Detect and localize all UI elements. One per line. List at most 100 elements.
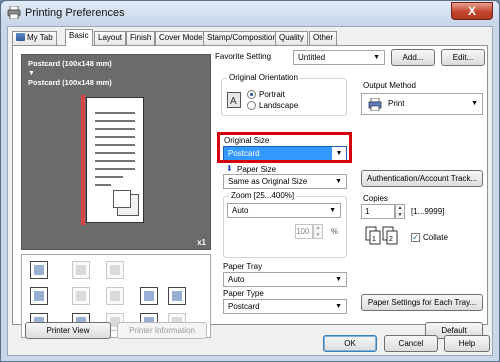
zoom-unit: % [331,227,339,236]
zoom-spinner: ▲ ▼ [313,224,323,239]
paper-type-select[interactable]: Postcard ▼ [223,299,347,314]
tab-cover-mode[interactable]: Cover Mode [155,31,207,45]
close-icon: X [467,4,476,18]
portrait-radio[interactable] [247,90,256,99]
chevron-down-icon: ▼ [335,276,342,283]
fold-icon[interactable] [140,287,158,305]
output-method-value: Print [388,99,405,108]
text-line [95,128,135,130]
paper-size-select[interactable]: Same as Original Size ▼ [223,174,347,189]
zoom-mode-select[interactable]: Auto ▼ [227,203,341,218]
highlight-frame [217,132,352,163]
text-line [95,176,123,178]
ok-button[interactable]: OK [323,335,377,352]
preview-scale: x1 [197,238,206,247]
output-icon[interactable] [30,287,48,305]
preview-paper-size: Postcard (100x148 mm) [28,78,112,87]
tab-label: Stamp/Composition [207,33,277,42]
help-button[interactable]: Help [444,335,490,352]
authentication-label: Authentication/Account Track... [366,174,478,183]
printer-information-button: Printer Information [117,322,207,339]
chevron-down-icon: ▼ [335,178,342,185]
portrait-label: Portrait [259,90,285,99]
chevron-down-icon: ▼ [329,207,336,214]
punch-icon [106,287,124,305]
favorite-edit-label: Edit... [452,53,474,62]
tab-label: My Tab [27,33,53,42]
text-line [95,160,135,162]
collate-checkbox[interactable]: ✓ [411,233,420,242]
zoom-value-input: 100 [295,224,313,239]
preview-arrow-icon: ▼ [28,70,35,77]
printer-information-label: Printer Information [129,326,195,335]
tab-label: Basic [69,31,89,40]
tab-stamp-composition[interactable]: Stamp/Composition [203,31,281,45]
svg-text:1: 1 [372,236,376,243]
collate-label: Collate [423,233,448,242]
portrait-page-icon: A [227,92,241,108]
staple-icon [72,287,90,305]
arrow-down-icon: ⬇ [226,164,233,173]
text-line [95,144,135,146]
output-method-label: Output Method [363,81,416,90]
output-method-select[interactable]: Print ▼ [361,93,483,115]
paper-settings-label: Paper Settings for Each Tray... [367,298,477,307]
paper-size-icon[interactable] [30,261,48,279]
title-bar[interactable]: Printing Preferences X [1,1,499,25]
tab-basic[interactable]: Basic [65,29,93,46]
landscape-radio[interactable] [247,101,256,110]
chevron-down-icon: ▼ [335,303,342,310]
original-orientation-label: Original Orientation [227,73,300,82]
paper-settings-each-tray-button[interactable]: Paper Settings for Each Tray... [361,294,483,311]
text-line [95,152,135,154]
favorite-add-button[interactable]: Add... [391,49,435,66]
ok-label: OK [344,339,356,348]
preview-image-box [113,190,131,208]
paper-type-value: Postcard [228,302,260,311]
cancel-button[interactable]: Cancel [384,335,438,352]
tab-label: Finish [130,33,152,42]
copies-range: [1...9999] [411,207,445,216]
copies-input[interactable]: 1 [361,204,395,219]
default-label: Default [441,326,467,335]
preview-original-size: Postcard (100x148 mm) [28,59,112,68]
tab-layout[interactable]: Layout [94,31,127,45]
favorite-setting-select[interactable]: Untitled ▼ [293,50,385,65]
collate-icon: 1 2 [365,226,398,245]
print-icon [368,98,382,111]
paper-tray-label: Paper Tray [223,262,263,271]
favorite-edit-button[interactable]: Edit... [441,49,485,66]
chevron-down-icon: ▼ [373,54,380,61]
text-line [95,136,135,138]
paper-type-icon[interactable] [168,287,186,305]
preview-page [86,97,144,223]
paper-tray-select[interactable]: Auto ▼ [223,272,347,287]
printer-view-label: Printer View [46,326,90,335]
authentication-account-track-button[interactable]: Authentication/Account Track... [361,170,483,187]
printer-icon [7,6,21,19]
printer-view-button[interactable]: Printer View [25,322,111,339]
zoom-mode-value: Auto [232,206,249,215]
help-label: Help [458,339,476,348]
zoom-label: Zoom [25...400%] [229,191,297,200]
tab-my-tab[interactable]: My Tab [12,31,57,45]
cancel-label: Cancel [398,339,424,348]
tab-quality[interactable]: Quality [275,31,308,45]
copies-value: 1 [365,207,370,216]
close-button[interactable]: X [451,2,493,20]
tab-label: Quality [279,33,304,42]
duplex-icon [72,261,90,279]
paper-type-label: Paper Type [223,289,264,298]
copies-spinner[interactable]: ▲ ▼ [395,204,405,219]
window-title: Printing Preferences [25,7,125,19]
text-line [95,184,111,186]
tab-other[interactable]: Other [309,31,338,45]
paper-size-value: Same as Original Size [228,177,308,186]
combine-icon [106,261,124,279]
dialog-client: My Tab Basic Layout Finish Cover Mode St… [7,26,493,356]
tab-label: Cover Mode [159,33,203,42]
tab-finish[interactable]: Finish [126,31,156,45]
basic-tab-panel: Postcard (100x148 mm) ▼ Postcard (100x14… [12,45,488,339]
svg-text:2: 2 [389,236,393,243]
my-tab-icon [16,33,25,41]
